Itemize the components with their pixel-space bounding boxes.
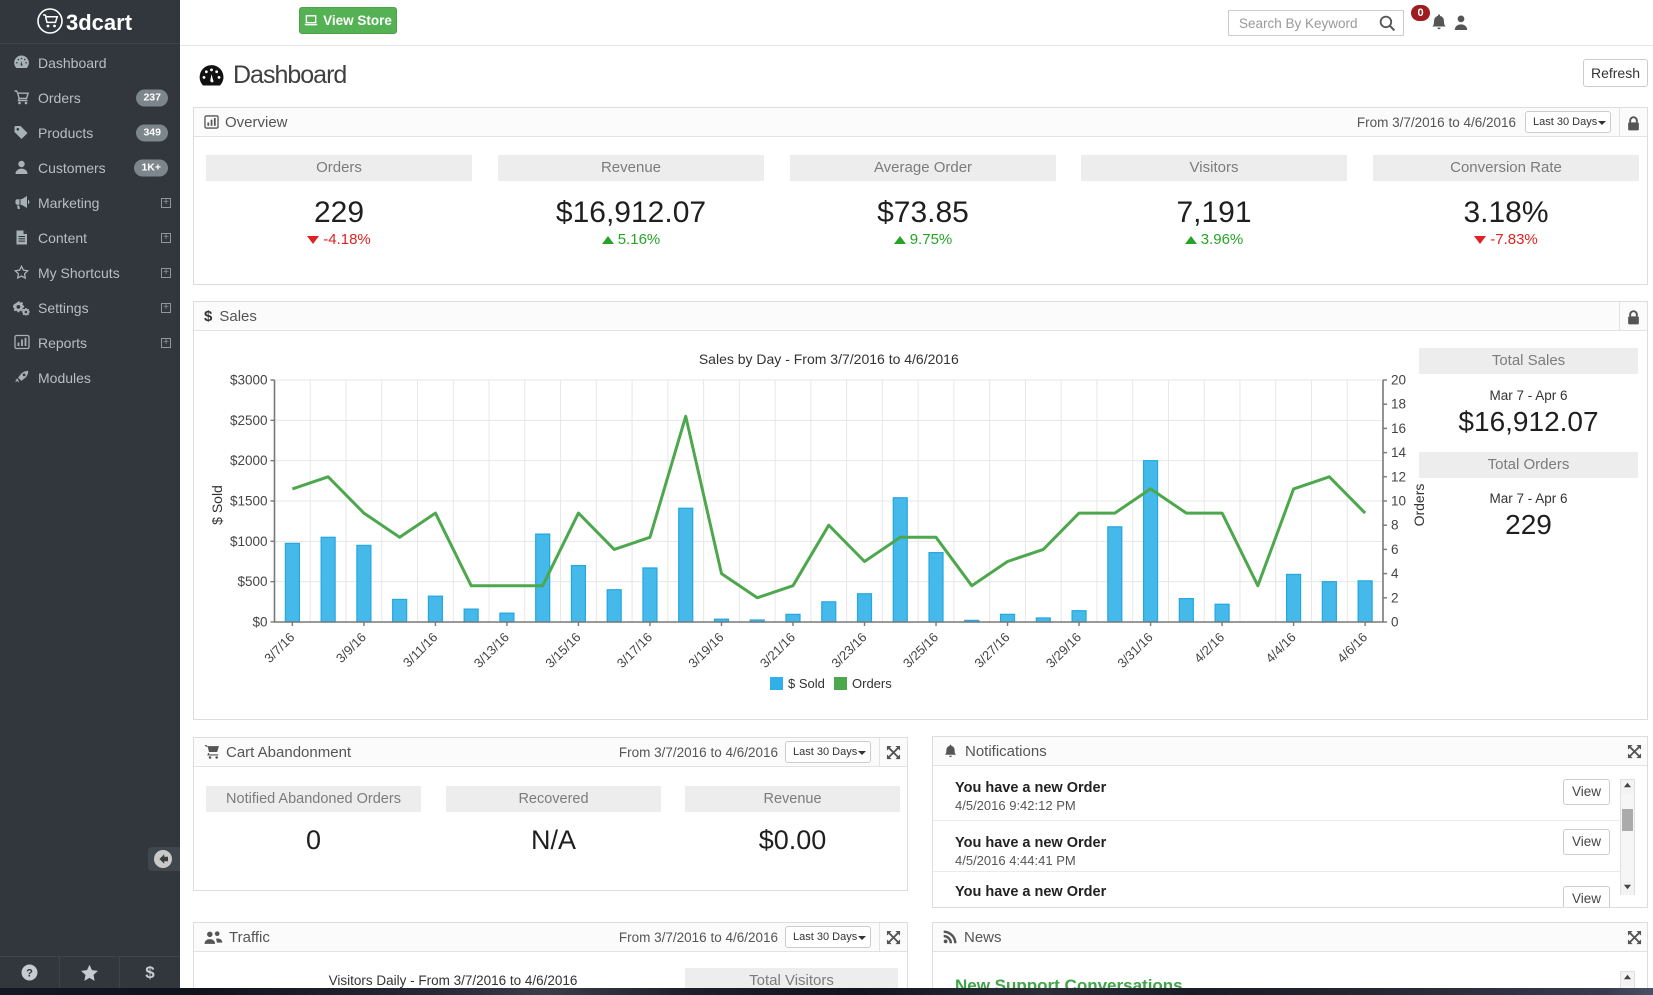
svg-text:?: ? <box>26 967 33 979</box>
svg-text:3/21/16: 3/21/16 <box>757 630 798 671</box>
svg-text:Sales by Day - From 3/7/2016 t: Sales by Day - From 3/7/2016 to 4/6/2016 <box>699 351 959 367</box>
svg-text:3/7/16: 3/7/16 <box>261 630 297 666</box>
svg-text:3/13/16: 3/13/16 <box>471 630 512 671</box>
svg-text:3/23/16: 3/23/16 <box>828 630 869 671</box>
svg-text:16: 16 <box>1391 421 1406 436</box>
svg-text:0: 0 <box>1391 615 1399 630</box>
svg-text:3/11/16: 3/11/16 <box>400 630 441 671</box>
svg-text:8: 8 <box>1391 518 1399 533</box>
svg-text:4/2/16: 4/2/16 <box>1191 630 1227 666</box>
svg-text:$1000: $1000 <box>230 534 268 549</box>
svg-text:$1500: $1500 <box>230 494 268 509</box>
svg-text:$0: $0 <box>252 615 267 630</box>
svg-text:3/15/16: 3/15/16 <box>542 630 583 671</box>
svg-text:3/31/16: 3/31/16 <box>1114 630 1155 671</box>
svg-text:$ Sold: $ Sold <box>209 485 225 525</box>
svg-text:3/19/16: 3/19/16 <box>685 630 726 671</box>
svg-text:Orders: Orders <box>852 676 892 691</box>
svg-text:3/9/16: 3/9/16 <box>333 630 369 666</box>
svg-text:3dcart: 3dcart <box>66 10 133 35</box>
svg-text:3/27/16: 3/27/16 <box>971 630 1012 671</box>
svg-text:20: 20 <box>1391 373 1406 388</box>
svg-text:3/25/16: 3/25/16 <box>900 630 941 671</box>
svg-text:14: 14 <box>1391 445 1407 460</box>
svg-text:3/29/16: 3/29/16 <box>1043 630 1084 671</box>
svg-text:$500: $500 <box>237 574 267 589</box>
svg-text:12: 12 <box>1391 469 1406 484</box>
svg-text:$3000: $3000 <box>230 373 268 388</box>
svg-text:4/6/16: 4/6/16 <box>1334 630 1370 666</box>
svg-text:$ Sold: $ Sold <box>788 676 825 691</box>
svg-text:18: 18 <box>1391 397 1406 412</box>
svg-text:10: 10 <box>1391 494 1406 509</box>
svg-text:2: 2 <box>1391 590 1399 605</box>
svg-text:3/17/16: 3/17/16 <box>614 630 655 671</box>
svg-text:4: 4 <box>1391 566 1399 581</box>
svg-text:$2000: $2000 <box>230 453 268 468</box>
svg-text:6: 6 <box>1391 542 1399 557</box>
svg-text:$2500: $2500 <box>230 413 268 428</box>
svg-text:4/4/16: 4/4/16 <box>1263 630 1299 666</box>
